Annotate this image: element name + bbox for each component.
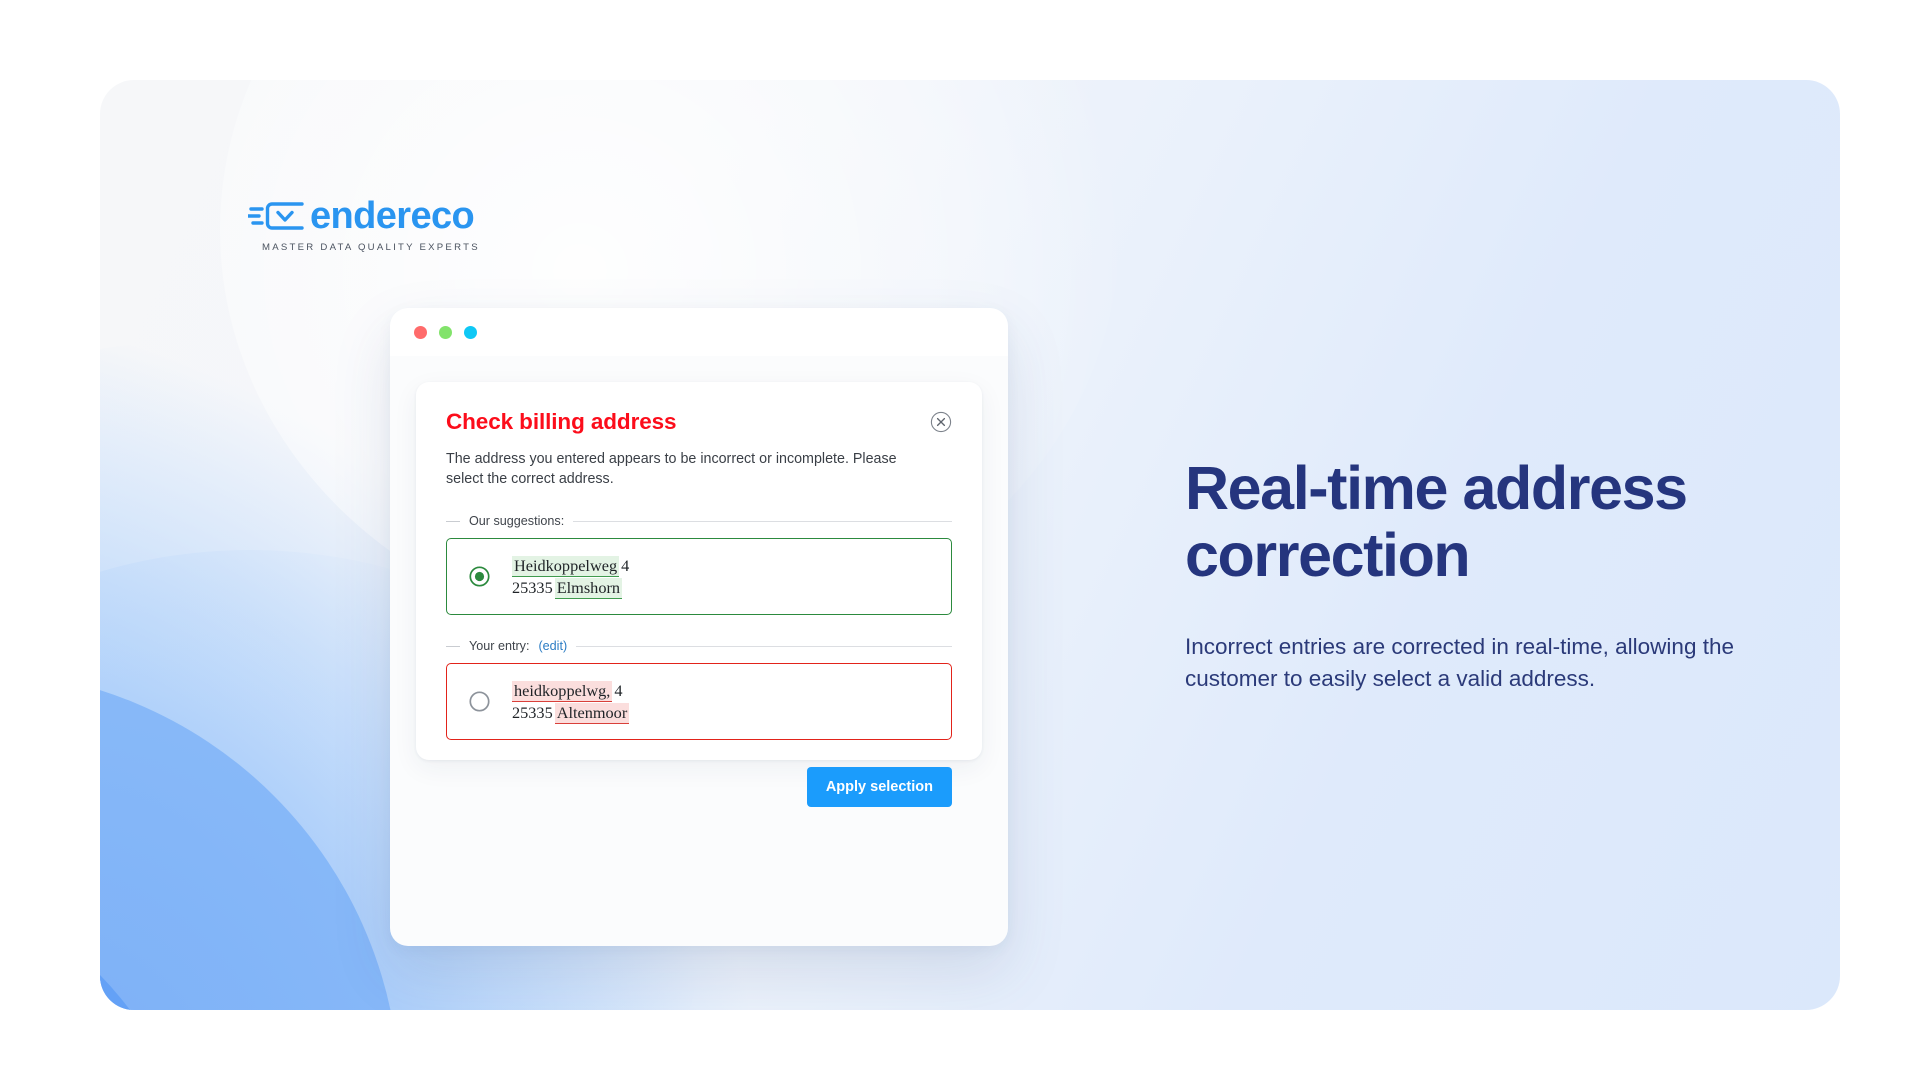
house-number: 4 bbox=[614, 681, 623, 701]
legend-divider-line bbox=[576, 645, 952, 647]
address-option-your-entry[interactable]: heidkoppelwg, 4 25335 Altenmoor bbox=[446, 663, 952, 741]
house-number: 4 bbox=[621, 556, 630, 576]
legend-dash bbox=[446, 645, 460, 647]
close-circle-icon[interactable] bbox=[930, 411, 952, 433]
address-line-1: heidkoppelwg, 4 bbox=[512, 681, 629, 703]
window-minimize-dot[interactable] bbox=[439, 325, 452, 339]
logo-row: endereco bbox=[248, 196, 480, 236]
address-option-suggestion[interactable]: Heidkoppelweg 4 25335 Elmshorn bbox=[446, 538, 952, 616]
address-text-suggestion: Heidkoppelweg 4 25335 Elmshorn bbox=[512, 556, 630, 599]
logo-tagline: MASTER DATA QUALITY EXPERTS bbox=[262, 242, 480, 253]
postal-code: 25335 bbox=[512, 702, 553, 722]
address-line-2: 25335 Altenmoor bbox=[512, 702, 630, 724]
legend-dash bbox=[446, 520, 460, 522]
hero-card: endereco MASTER DATA QUALITY EXPERTS Che… bbox=[100, 80, 1840, 1010]
city-highlight: Elmshorn bbox=[554, 577, 623, 599]
dialog-footer: Apply selection bbox=[446, 767, 952, 808]
browser-titlebar bbox=[390, 308, 1008, 356]
suggestions-legend-label: Our suggestions: bbox=[469, 514, 565, 529]
window-maximize-dot[interactable] bbox=[464, 325, 477, 339]
dialog-header: Check billing address bbox=[446, 409, 952, 435]
legend-divider-line bbox=[573, 520, 952, 522]
dialog-subtitle: The address you entered appears to be in… bbox=[446, 450, 897, 488]
window-close-dot[interactable] bbox=[414, 325, 427, 339]
postal-code: 25335 bbox=[512, 577, 553, 597]
street-highlight: Heidkoppelweg bbox=[512, 556, 620, 578]
marketing-copy: Real-time address correction Incorrect e… bbox=[1185, 454, 1825, 695]
suggestions-legend: Our suggestions: bbox=[446, 514, 952, 528]
address-line-2: 25335 Elmshorn bbox=[512, 577, 629, 599]
edit-link[interactable]: (edit) bbox=[538, 639, 567, 653]
apply-selection-button[interactable]: Apply selection bbox=[806, 767, 952, 808]
dialog-title: Check billing address bbox=[446, 409, 677, 434]
address-line-1: Heidkoppelweg 4 bbox=[512, 556, 630, 578]
city-highlight: Altenmoor bbox=[554, 702, 630, 724]
copy-body: Incorrect entries are corrected in real-… bbox=[1185, 634, 1734, 692]
background-decoration-arc-2 bbox=[100, 670, 400, 1010]
radio-selected-icon[interactable] bbox=[469, 566, 490, 587]
brand-logo: endereco MASTER DATA QUALITY EXPERTS bbox=[248, 196, 480, 253]
address-text-your-entry: heidkoppelwg, 4 25335 Altenmoor bbox=[512, 681, 630, 724]
logo-wordmark: endereco bbox=[310, 195, 475, 237]
address-check-dialog: Check billing address The address you en… bbox=[416, 382, 982, 808]
your-entry-legend-label: Your entry: bbox=[469, 639, 530, 654]
street-highlight: heidkoppelwg, bbox=[512, 681, 613, 703]
background-decoration-arc-3 bbox=[100, 870, 200, 1010]
radio-unselected-icon[interactable] bbox=[469, 691, 490, 712]
your-entry-legend: Your entry: (edit) bbox=[446, 639, 952, 653]
copy-heading: Real-time address correction bbox=[1185, 454, 1688, 590]
envelope-check-icon bbox=[248, 202, 304, 230]
